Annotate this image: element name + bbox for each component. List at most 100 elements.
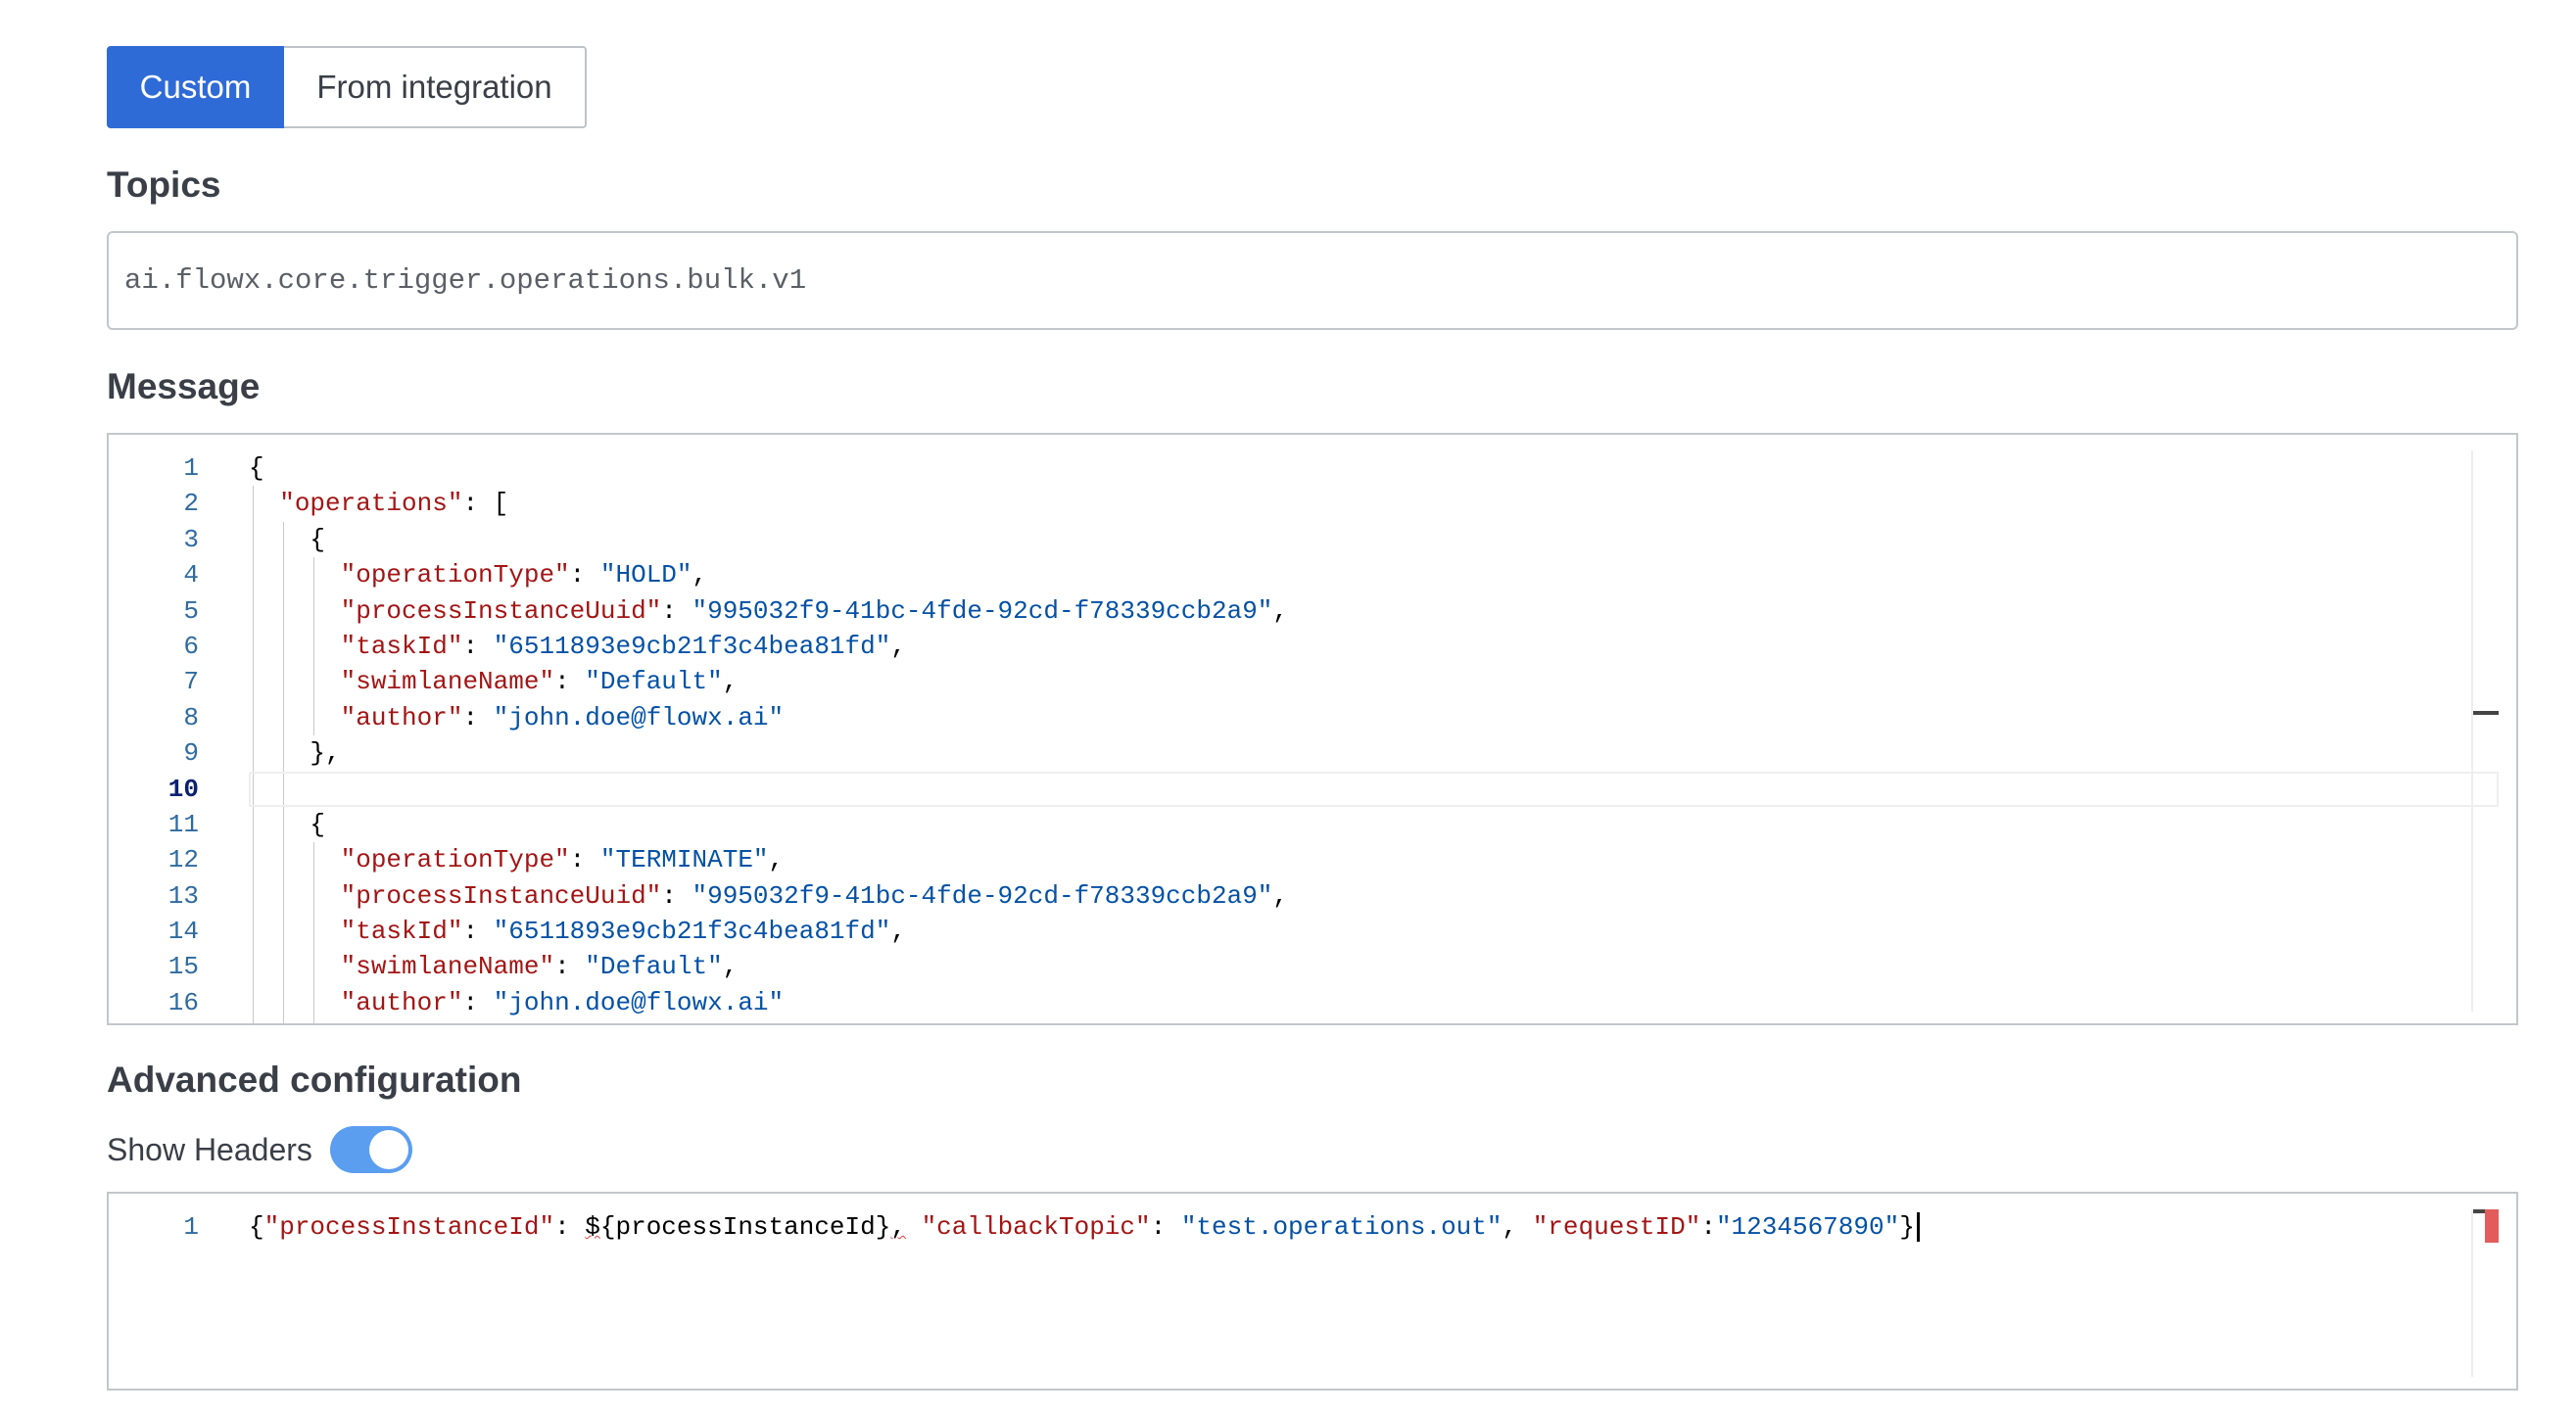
json-string: "1234567890" — [1715, 1212, 1900, 1242]
line-number: 1 — [183, 1212, 199, 1242]
json-key: "requestID" — [1532, 1212, 1701, 1242]
code-line: 3 { — [109, 522, 2516, 557]
message-overview-marker — [2473, 711, 2499, 715]
json-string: "Default" — [585, 952, 723, 982]
json-key: "author" — [340, 702, 463, 732]
line-number: 4 — [183, 560, 199, 590]
code-line: 7 "swimlaneName": "Default", — [109, 664, 2516, 699]
json-key: "swimlaneName" — [340, 952, 555, 982]
code-text: "swimlaneName": "Default", — [249, 949, 739, 984]
custom-tab-button[interactable]: Custom — [107, 46, 284, 128]
line-number: 15 — [167, 952, 199, 982]
json-punctuation: : — [569, 560, 600, 590]
code-text: "operationType": "HOLD", — [249, 557, 708, 592]
json-punctuation: { — [249, 453, 264, 483]
json-punctuation: : — [554, 952, 586, 982]
indent-guide — [313, 557, 315, 736]
json-punctuation: , — [1502, 1212, 1533, 1242]
json-punctuation: { — [249, 1212, 264, 1242]
code-line: 13 "processInstanceUuid": "995032f9-41bc… — [109, 878, 2516, 914]
code-text: "operationType": "TERMINATE", — [249, 842, 785, 877]
json-string: "john.doe@flowx.ai" — [493, 702, 785, 732]
code-text: { — [249, 807, 325, 842]
json-key: "callbackTopic" — [921, 1212, 1151, 1242]
line-number: 13 — [167, 880, 199, 911]
json-punctuation: : — [554, 667, 586, 697]
json-punctuation: : [ — [462, 489, 509, 519]
code-text: }, — [249, 735, 340, 771]
line-number: 1 — [183, 453, 199, 483]
line-number: 16 — [167, 987, 199, 1017]
json-key: "processInstanceId" — [263, 1212, 555, 1242]
code-line: 11 { — [109, 807, 2516, 842]
message-code-editor[interactable]: 1{2 "operations": [3 {4 "operationType":… — [107, 433, 2518, 1025]
line-number: 6 — [183, 631, 199, 661]
json-string: "Default" — [585, 667, 723, 697]
json-punctuation: , — [890, 917, 906, 947]
code-line: 2 "operations": [ — [109, 486, 2516, 521]
topics-input[interactable] — [107, 231, 2518, 330]
json-punctuation: {processInstanceId} — [599, 1212, 891, 1242]
code-text: { — [249, 450, 264, 486]
line-number: 3 — [183, 524, 199, 554]
json-key: "operations" — [279, 489, 463, 519]
json-punctuation: , — [768, 845, 785, 875]
json-key: "processInstanceUuid" — [340, 880, 662, 911]
from-integration-tab-button[interactable]: From integration — [284, 46, 587, 128]
json-string: "TERMINATE" — [599, 845, 769, 875]
code-line: 5 "processInstanceUuid": "995032f9-41bc-… — [109, 593, 2516, 629]
json-string: "test.operations.out" — [1180, 1212, 1503, 1242]
indent-guide — [253, 486, 254, 1023]
json-punctuation: } — [1899, 1212, 1915, 1242]
code-text: "swimlaneName": "Default", — [249, 664, 739, 699]
headers-error-marker — [2485, 1209, 2499, 1243]
headers-code-lines: 1 {"processInstanceId": ${processInstance… — [109, 1209, 2516, 1245]
json-key: "operationType" — [340, 560, 570, 590]
json-key: "author" — [340, 987, 463, 1017]
headers-code-editor[interactable]: 1 {"processInstanceId": ${processInstance… — [107, 1192, 2518, 1391]
json-key: "processInstanceUuid" — [340, 595, 662, 626]
json-key: "swimlaneName" — [340, 667, 555, 697]
json-punctuation: , — [722, 667, 739, 697]
code-line: 14 "taskId": "6511893e9cb21f3c4bea81fd", — [109, 914, 2516, 949]
json-punctuation: : — [661, 880, 692, 911]
line-number: 11 — [167, 809, 199, 839]
json-punctuation: : — [462, 631, 494, 661]
json-string: "995032f9-41bc-4fde-92cd-f78339ccb2a9" — [692, 880, 1273, 911]
code-line: 15 "swimlaneName": "Default", — [109, 949, 2516, 984]
code-text: "processInstanceUuid": "995032f9-41bc-4f… — [249, 878, 1288, 914]
line-number: 12 — [167, 845, 199, 875]
current-line-highlight — [249, 771, 2499, 807]
code-text: "author": "john.doe@flowx.ai" — [249, 985, 785, 1020]
code-line: 1{ — [109, 450, 2516, 486]
json-string: "john.doe@flowx.ai" — [493, 987, 785, 1017]
json-punctuation: : — [462, 987, 494, 1017]
json-key: "operationType" — [340, 845, 570, 875]
code-line: 12 "operationType": "TERMINATE", — [109, 842, 2516, 877]
code-text: { — [249, 522, 325, 557]
json-punctuation: , — [692, 560, 708, 590]
code-line: 1 {"processInstanceId": ${processInstance… — [109, 1209, 2516, 1245]
message-scrollbar[interactable] — [2471, 450, 2473, 1012]
json-punctuation: : — [1150, 1212, 1181, 1242]
headers-scrollbar[interactable] — [2471, 1209, 2473, 1377]
json-punctuation: $ — [585, 1212, 600, 1242]
code-text: "taskId": "6511893e9cb21f3c4bea81fd", — [249, 629, 906, 664]
code-text: "author": "john.doe@flowx.ai" — [249, 700, 785, 735]
message-code-lines: 1{2 "operations": [3 {4 "operationType":… — [109, 450, 2516, 1020]
json-punctuation: : — [661, 595, 692, 626]
json-punctuation: : — [569, 845, 600, 875]
line-number: 2 — [183, 489, 199, 519]
code-text: {"processInstanceId": ${processInstanceI… — [249, 1209, 1920, 1245]
line-number: 9 — [183, 738, 199, 769]
json-string: "995032f9-41bc-4fde-92cd-f78339ccb2a9" — [692, 595, 1273, 626]
line-number: 14 — [167, 917, 199, 947]
show-headers-toggle[interactable] — [329, 1126, 412, 1173]
json-string: "HOLD" — [599, 560, 692, 590]
json-string: "6511893e9cb21f3c4bea81fd" — [493, 917, 891, 947]
code-text: "processInstanceUuid": "995032f9-41bc-4f… — [249, 593, 1288, 629]
json-punctuation: , — [890, 631, 906, 661]
json-punctuation: { — [310, 524, 326, 554]
code-text: "operations": [ — [249, 486, 508, 521]
json-punctuation: : — [462, 917, 494, 947]
